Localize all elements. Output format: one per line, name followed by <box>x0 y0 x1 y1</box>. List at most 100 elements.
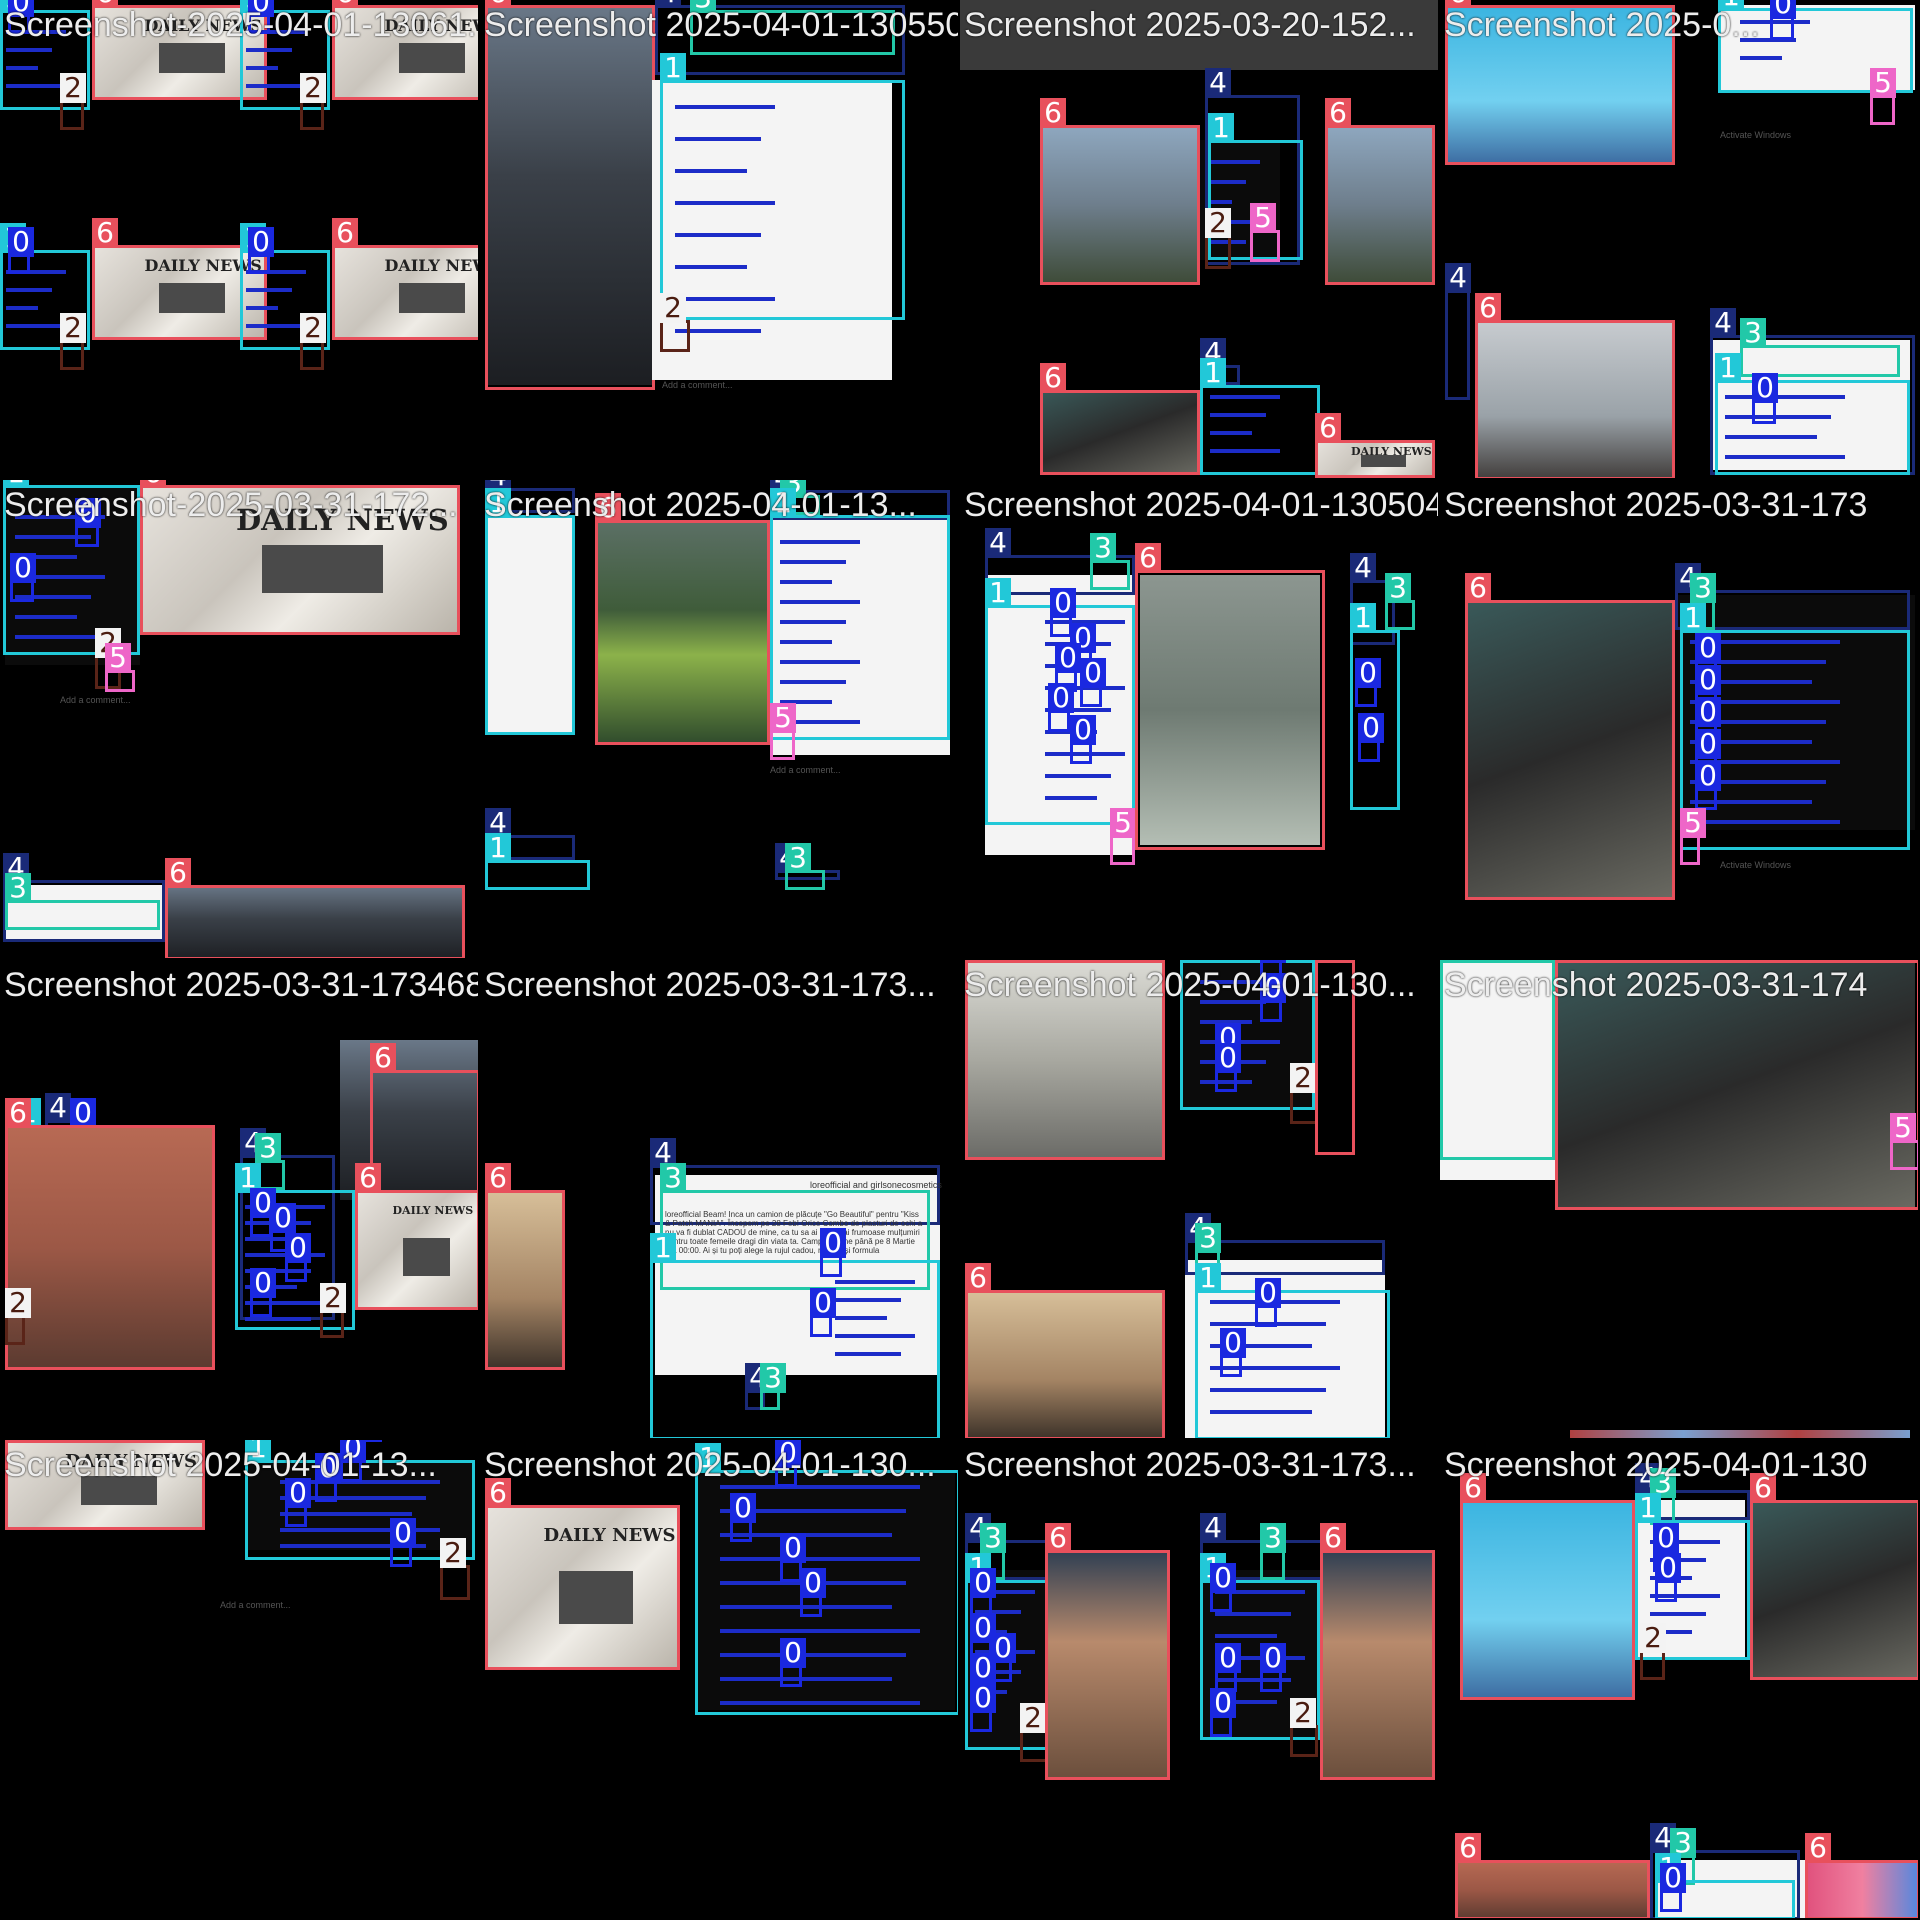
ui-text: Add a comment... <box>662 380 733 390</box>
detection-label: 5 <box>1110 808 1136 838</box>
mosaic-tile: 4 3 1 0 0 0 0 0 0 5 6 4 3 1 0 0 Screenshot 2025-04-01-13… <box>960 480 1438 958</box>
detection-label: 0 <box>800 1568 826 1598</box>
tile-filename: Screenshot 2025-03-20-152... <box>964 6 1416 44</box>
detection-label: 0 <box>1695 633 1721 663</box>
comment-text-line <box>1725 395 1845 399</box>
detection-label: 4 <box>1205 68 1231 98</box>
detection-label: 4 <box>1200 1513 1226 1543</box>
detection-box-class-0: 0 <box>1210 1688 1236 1737</box>
detection-label: 6 <box>355 1163 381 1193</box>
detection-label: 0 <box>1358 713 1384 743</box>
detection-label: 3 <box>1260 1523 1286 1553</box>
detection-box-class-0: 0 <box>780 1638 806 1687</box>
comment-text-line <box>835 1298 901 1302</box>
detection-label: 1 <box>1635 1493 1661 1523</box>
detection-box-class-0: 0 <box>1655 1553 1681 1602</box>
comment-text-line <box>1215 1612 1291 1616</box>
detection-box-class-2: 2 <box>440 1538 470 1600</box>
detection-box-class-2: 2 <box>60 313 86 370</box>
detection-label: 5 <box>770 703 796 733</box>
detection-label: 6 <box>5 1098 31 1128</box>
detection-box-class-0: 0 <box>1080 658 1106 707</box>
detection-box-class-6: 6 <box>1325 98 1435 285</box>
detection-box-class-6: 6 <box>485 1478 680 1670</box>
detection-label: 0 <box>1695 665 1721 695</box>
comment-text-line <box>1210 449 1280 453</box>
comment-text-line <box>246 324 306 328</box>
detection-label: 2 <box>300 73 326 103</box>
detection-box-class-0: 0 <box>810 1288 836 1337</box>
comment-text-line <box>1215 1634 1277 1638</box>
detection-label: 6 <box>1475 293 1501 323</box>
detection-box-class-6: 6 <box>1315 413 1435 478</box>
detection-label: 0 <box>1215 1043 1241 1073</box>
detection-box-class-1: 1 <box>485 833 590 890</box>
detection-box-class-1: 1 <box>485 488 575 735</box>
comment-text-line <box>246 66 278 70</box>
detection-label: 0 <box>1070 715 1096 745</box>
detection-label: 1 <box>1715 353 1741 383</box>
detection-label: 6 <box>1040 363 1066 393</box>
detection-label: 2 <box>300 313 326 343</box>
detection-box-class-0: 0 <box>285 1478 311 1527</box>
tile-filename: Screenshot 2025-03-31-173 <box>1444 486 1868 524</box>
detection-label: 0 <box>1210 1563 1236 1593</box>
comment-text-line <box>246 306 278 310</box>
detection-label: 2 <box>320 1283 346 1313</box>
comment-text-line <box>720 1629 920 1633</box>
detection-label: 0 <box>270 1203 296 1233</box>
detection-label: 0 <box>970 1568 996 1598</box>
detection-box-class-0: 0 <box>248 227 274 274</box>
tile-filename: Screenshot-2025-04-01-13061... <box>4 6 478 44</box>
comment-text-line <box>6 84 66 88</box>
mosaic-tile: 6 4 3 1 0 0 0 0 0 5 Activate Windows Screenshot 202… <box>1440 480 1918 958</box>
detection-label: 4 <box>1710 308 1736 338</box>
comment-text-line <box>780 540 860 544</box>
detection-label: 1 <box>1350 603 1376 633</box>
detection-label: 1 <box>1180 960 1206 963</box>
detection-label: 0 <box>1220 1328 1246 1358</box>
comment-text-line <box>780 560 846 564</box>
detection-label: 0 <box>810 1288 836 1318</box>
detection-label: 4 <box>1445 263 1471 293</box>
detection-label: 4 <box>1350 553 1376 583</box>
mosaic-tile: 6 4 1 5 2 6 6 4 1 DAILY NEWS 6 Screenshot 2025-03-2… <box>960 0 1438 478</box>
ui-text: loreofficial Beam! Inca un camion de plă… <box>665 1210 923 1255</box>
detection-label: 2 <box>1290 1698 1316 1728</box>
detection-label: 3 <box>1090 533 1116 563</box>
detection-box-class-3: 3 <box>785 843 825 890</box>
detection-box-class-2: 2 <box>1290 1063 1318 1124</box>
detection-label: 1 <box>1680 603 1706 633</box>
ui-text: Activate Windows <box>1720 860 1792 870</box>
mosaic-tile: DAILY NEWS61000002Add a comment...Screen… <box>0 1440 478 1918</box>
comment-text-line <box>835 1280 915 1284</box>
ui-text: Add a comment... <box>60 695 131 705</box>
detection-label: 3 <box>980 1523 1006 1553</box>
detection-label: 6 <box>965 1263 991 1293</box>
comment-text-line <box>1210 395 1280 399</box>
detection-label: 6 <box>1040 98 1066 128</box>
detection-label: 0 <box>1215 1643 1241 1673</box>
detection-box-class-6: 6 <box>355 1163 478 1310</box>
detection-box-class-6: 6 <box>1465 573 1675 900</box>
detection-label: 4 <box>985 528 1011 558</box>
comment-text-line <box>1210 1410 1312 1414</box>
detection-box-class-2: 2 <box>5 1288 31 1345</box>
detection-label: 3 <box>1195 1223 1221 1253</box>
detection-box-class-6: 6 <box>1750 1473 1918 1680</box>
detection-box-class-0: 0 <box>10 553 36 602</box>
tile-filename: Screenshot 2025-03-31-173... <box>964 1446 1416 1484</box>
detection-label: 6 <box>332 218 358 248</box>
detection-label: 3 <box>5 873 31 903</box>
detection-box-class-2: 2 <box>1205 208 1231 269</box>
detection-label: 6 <box>1325 98 1351 128</box>
detection-box-class-2: 2 <box>300 313 326 370</box>
detection-box-class-6: 6 <box>485 1163 565 1370</box>
tile-filename: Screenshot 2025-03-31-174 <box>1444 966 1868 1004</box>
detection-label: 0 <box>1210 1688 1236 1718</box>
detection-box-class-6: 6 <box>332 218 478 340</box>
detection-label: 3 <box>1440 960 1466 963</box>
detection-label: 0 <box>1655 1553 1681 1583</box>
detection-label: 3 <box>1740 318 1766 348</box>
mosaic-tile: 64106243100002DAILY NEWS6Screenshot 2025… <box>0 960 478 1438</box>
